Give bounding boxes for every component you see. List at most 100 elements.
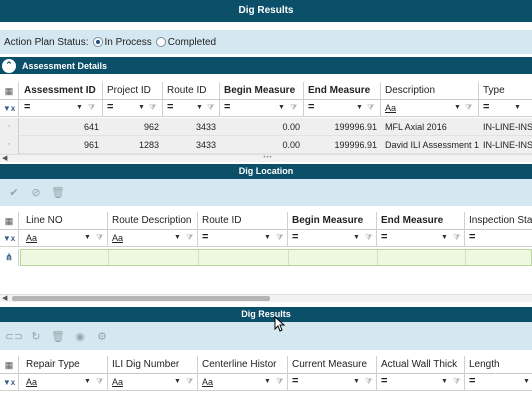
col-end-measure[interactable]: End Measure (377, 212, 465, 230)
filter-cell[interactable]: Aa ▼ ⧩ (198, 374, 288, 391)
filter-cell[interactable]: = ▼ ⧩ (288, 230, 377, 247)
cell-end-measure: 199996.91 (334, 140, 377, 150)
dig-results-toolbar: ⊂⊃ ↻ 🗑 ◉ ⚙ (0, 322, 532, 350)
new-row[interactable] (20, 249, 532, 266)
col-length[interactable]: Length (465, 356, 532, 374)
refresh-icon[interactable]: ↻ (28, 328, 44, 344)
col-line-no[interactable]: Line NO (20, 212, 108, 230)
table-row[interactable]: ◦ 641 962 3433 0.00 199996.91 MFL Axial … (0, 118, 532, 136)
row-indicator: ◦ (0, 118, 19, 136)
link-icon[interactable]: ⊂⊃ (5, 328, 23, 344)
filter-cell[interactable]: Aa ▼ ⧩ (381, 100, 479, 117)
cell-begin-measure: 0.00 (282, 122, 300, 132)
chevron-up-icon[interactable]: ⌃ (2, 58, 16, 73)
cell-route-id: 3433 (195, 140, 216, 150)
dig-location-grid-header: ▦ Line NO Route Description Route ID Beg… (0, 212, 532, 230)
filter-cell[interactable]: = ▼ ⧩ (198, 230, 288, 247)
new-row-icon: ⋔ (0, 249, 19, 266)
settings-icon[interactable]: ⚙ (94, 328, 110, 344)
app-title: Dig Results (238, 5, 294, 16)
cell-assessment-id: 961 (83, 140, 99, 150)
scroll-thumb[interactable] (12, 296, 270, 301)
col-description[interactable]: Description (381, 82, 479, 100)
dig-location-hscrollbar[interactable]: ◀ (0, 294, 532, 302)
assessment-section-title: Assessment Details (22, 60, 108, 71)
filter-cell[interactable]: = ▼ ⧩ (20, 100, 103, 117)
completed-radio[interactable] (155, 37, 166, 47)
filter-icon[interactable]: ▼x (0, 100, 19, 117)
col-assessment-id[interactable]: Assessment ID (20, 82, 103, 100)
status-label: Action Plan Status: (4, 36, 89, 48)
cell-assessment-id: 641 (83, 122, 99, 132)
dig-results-header: Dig Results (0, 307, 532, 322)
cell-begin-measure: 0.00 (282, 140, 300, 150)
filter-cell[interactable]: = (465, 230, 532, 247)
dig-location-toolbar: ✔ ⊘ 🗑 (0, 179, 532, 206)
delete-icon[interactable]: 🗑 (50, 328, 66, 344)
dig-results-grid: ▦ Repair Type ILI Dig Number Centerline … (0, 356, 532, 400)
cell-description: MFL Axial 2016 (385, 122, 447, 132)
filter-cell[interactable]: = ▼ (479, 100, 532, 117)
filter-cell[interactable]: = ▼ ⧩ (103, 100, 163, 117)
column-chooser-icon[interactable]: ▦ (0, 356, 19, 374)
row-indicator: ◦ (0, 136, 19, 154)
filter-cell[interactable]: = ▼ ⧩ (304, 100, 381, 117)
cell-end-measure: 199996.91 (334, 122, 377, 132)
col-ili-dig-number[interactable]: ILI Dig Number (108, 356, 198, 374)
filter-icon[interactable]: ▼x (0, 374, 19, 391)
col-route-id[interactable]: Route ID (163, 82, 220, 100)
filter-cell[interactable]: = ▼ ⧩ (288, 374, 377, 391)
in-process-radio[interactable] (92, 37, 103, 47)
filter-cell[interactable]: Aa ▼ ⧩ (108, 374, 198, 391)
filter-cell[interactable]: = ▼ ⧩ (377, 230, 465, 247)
column-chooser-icon[interactable]: ▦ (0, 212, 19, 230)
filter-cell[interactable]: = ▼ ⧩ (163, 100, 220, 117)
dig-location-grid: ▦ Line NO Route Description Route ID Beg… (0, 212, 532, 304)
cancel-icon[interactable]: ⊘ (28, 185, 44, 201)
filter-cell[interactable]: = ▼ ⧩ (220, 100, 304, 117)
col-route-id[interactable]: Route ID (198, 212, 288, 230)
dig-results-filter-row: ▼x Aa ▼ ⧩ Aa ▼ ⧩ Aa ▼ ⧩ = ▼ ⧩ = ▼ ⧩ = ▼ (0, 374, 532, 391)
col-begin-measure[interactable]: Begin Measure (288, 212, 377, 230)
filter-cell[interactable]: = ▼ (465, 374, 532, 391)
table-row[interactable]: ◦ 961 1283 3433 0.00 199996.91 David ILI… (0, 136, 532, 154)
mouse-cursor-icon (274, 316, 286, 332)
dig-location-filter-row: ▼x Aa ▼ ⧩ Aa ▼ ⧩ = ▼ ⧩ = ▼ ⧩ = ▼ ⧩ = (0, 230, 532, 247)
cell-description: David ILI Assessment 1 (385, 140, 479, 150)
filter-cell[interactable]: Aa ▼ ⧩ (20, 374, 108, 391)
cell-type: IN-LINE-INS (483, 140, 532, 150)
assessment-filter-row: ▼x = ▼ ⧩ = ▼ ⧩ = ▼ ⧩ = ▼ ⧩ = ▼ ⧩ Aa ▼ ⧩ = ▼ (0, 100, 532, 117)
col-actual-wall-thick[interactable]: Actual Wall Thick (377, 356, 465, 374)
filter-cell[interactable]: Aa ▼ ⧩ (20, 230, 108, 247)
cell-project-id: 1283 (138, 140, 159, 150)
completed-label[interactable]: Completed (168, 37, 216, 48)
col-current-measure[interactable]: Current Measure (288, 356, 377, 374)
col-inspection-start[interactable]: Inspection Start (465, 212, 532, 230)
filter-cell[interactable]: = ▼ ⧩ (377, 374, 465, 391)
assessment-hscrollbar[interactable]: ◀ ••• (0, 154, 532, 162)
app-title-bar: Dig Results (0, 0, 532, 22)
view-icon[interactable]: ◉ (72, 328, 88, 344)
col-repair-type[interactable]: Repair Type (20, 356, 108, 374)
dig-location-title: Dig Location (238, 166, 294, 176)
col-centerline-history[interactable]: Centerline Histor (198, 356, 288, 374)
app-window: Dig Results Action Plan Status: In Proce… (0, 0, 532, 400)
col-end-measure[interactable]: End Measure (304, 82, 381, 100)
col-project-id[interactable]: Project ID (103, 82, 163, 100)
cell-type: IN-LINE-INS (483, 122, 532, 132)
assessment-grid-header: ▦ Assessment ID Project ID Route ID Begi… (0, 82, 532, 100)
assessment-section-header: ⌃ Assessment Details (0, 57, 532, 74)
col-type[interactable]: Type (479, 82, 532, 100)
check-icon[interactable]: ✔ (6, 185, 22, 201)
col-route-description[interactable]: Route Description (108, 212, 198, 230)
status-bar: Action Plan Status: In Process Completed (0, 30, 532, 54)
delete-icon[interactable]: 🗑 (50, 185, 66, 201)
filter-icon[interactable]: ▼x (0, 230, 19, 247)
dig-results-grid-header: ▦ Repair Type ILI Dig Number Centerline … (0, 356, 532, 374)
assessment-grid: ▦ Assessment ID Project ID Route ID Begi… (0, 82, 532, 162)
cell-project-id: 962 (143, 122, 159, 132)
column-chooser-icon[interactable]: ▦ (0, 82, 19, 100)
filter-cell[interactable]: Aa ▼ ⧩ (108, 230, 198, 247)
in-process-label[interactable]: In Process (105, 37, 152, 48)
col-begin-measure[interactable]: Begin Measure (220, 82, 304, 100)
